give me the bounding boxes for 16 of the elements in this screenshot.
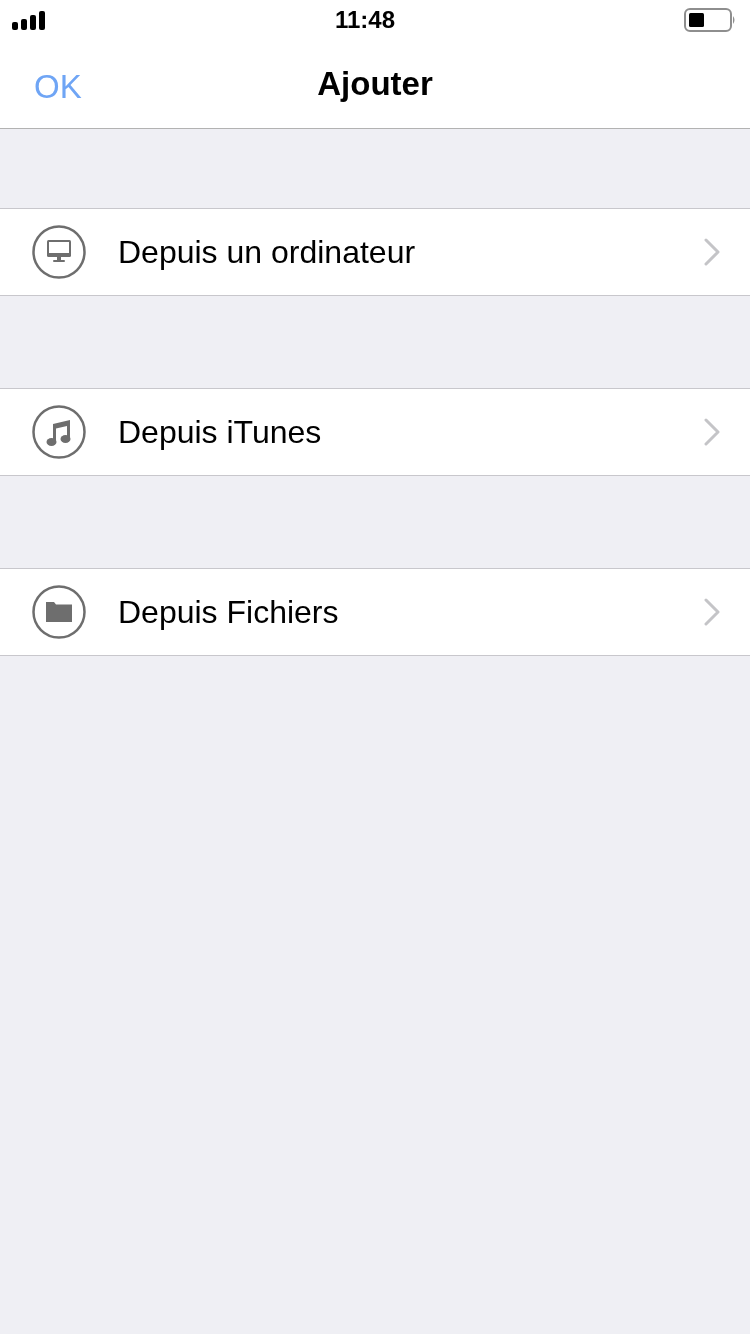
item-label: Depuis iTunes [118, 413, 323, 451]
nav-title: Ajouter [317, 65, 433, 103]
music-note-icon [32, 405, 86, 459]
item-label: Depuis Fichiers [118, 593, 340, 631]
list-item[interactable]: Depuis iTunes [0, 389, 750, 476]
folder-icon [32, 585, 86, 639]
chevron-icon [704, 418, 720, 446]
item-label: Depuis un ordinateur [118, 233, 417, 271]
signal-icon [12, 10, 46, 30]
status-time: 11:48 [334, 6, 396, 34]
list-item[interactable]: Depuis un ordinateur [0, 209, 750, 296]
list-item[interactable]: Depuis Fichiers [0, 569, 750, 656]
chevron-icon [704, 238, 720, 266]
computer-icon [32, 225, 86, 279]
battery-icon [684, 8, 736, 32]
chevron-icon [704, 598, 720, 626]
